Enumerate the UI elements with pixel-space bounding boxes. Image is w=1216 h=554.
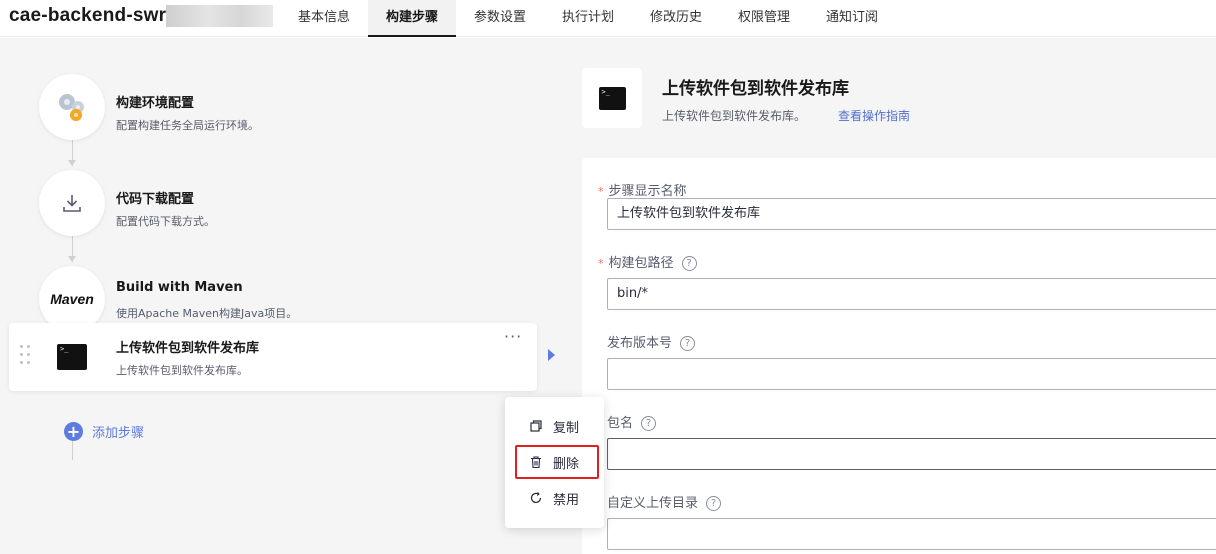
help-icon[interactable]: ? [706,496,722,511]
menu-item-disable[interactable]: 禁用 [505,483,604,513]
detail-desc: 上传软件包到软件发布库。 [662,109,807,123]
drag-handle[interactable] [20,345,30,371]
context-menu: 复制 删除 禁用 [505,397,604,528]
package-path-input[interactable]: bin/* [607,278,1216,310]
tab-build-steps[interactable]: 构建步骤 [368,0,456,37]
tab-basic-info[interactable]: 基本信息 [280,0,368,37]
gear-cluster-icon [59,94,84,121]
step-env-config-icon-wrap[interactable] [39,74,105,140]
step-card-upload-selected[interactable]: >_ 上传软件包到软件发布库 上传软件包到软件发布库。 ··· [9,323,537,391]
header-bar: cae-backend-swr 基本信息 构建步骤 参数设置 执行计划 修改历史… [0,0,1216,37]
step-desc: 配置构建任务全局运行环境。 [116,119,259,132]
step-title[interactable]: 构建环境配置 [116,92,194,111]
menu-item-label: 复制 [553,420,580,436]
expand-arrow-icon[interactable] [548,349,555,361]
terminal-icon: >_ [598,86,626,110]
tab-notifications[interactable]: 通知订阅 [808,0,896,37]
step-code-download-icon-wrap[interactable] [39,170,105,236]
tab-permissions[interactable]: 权限管理 [720,0,808,37]
tab-history[interactable]: 修改历史 [632,0,720,37]
required-marker: * [598,185,604,198]
field-label-package-name: 包名? [607,412,657,431]
field-label-package-path: * 构建包路径? [598,252,697,271]
add-step-button[interactable]: + 添加步骤 [64,421,144,441]
terminal-icon: >_ [57,344,87,370]
step-title[interactable]: 代码下载配置 [116,188,194,207]
guide-link[interactable]: 查看操作指南 [838,107,910,124]
add-step-label: 添加步骤 [92,425,145,441]
detail-icon-box: >_ [582,68,642,128]
tab-schedule[interactable]: 执行计划 [544,0,632,37]
more-options-icon[interactable]: ··· [504,329,526,347]
app-title: cae-backend-swr [9,5,167,26]
release-version-input[interactable] [607,358,1216,390]
upload-dir-input[interactable] [607,518,1216,550]
required-marker: * [598,257,604,270]
detail-title: 上传软件包到软件发布库 [662,79,849,99]
field-label-upload-dir: 自定义上传目录? [607,492,722,511]
field-label-release-version: 发布版本号? [607,332,696,351]
tab-parameters[interactable]: 参数设置 [456,0,544,37]
menu-item-label: 删除 [553,456,580,472]
step-name-input[interactable]: 上传软件包到软件发布库 [607,198,1216,230]
plus-icon: + [64,421,83,441]
step-desc: 使用Apache Maven构建Java项目。 [116,307,298,320]
disable-icon [530,492,542,504]
copy-icon [530,420,542,432]
menu-item-label: 禁用 [553,492,580,508]
step-title: 上传软件包到软件发布库 [116,341,260,356]
help-icon[interactable]: ? [680,336,696,351]
help-icon[interactable]: ? [681,256,697,271]
menu-item-copy[interactable]: 复制 [505,411,604,441]
help-icon[interactable]: ? [641,416,657,431]
menu-item-delete[interactable]: 删除 [505,447,604,477]
step-desc: 配置代码下载方式。 [116,215,215,228]
connector-arrow [68,160,76,166]
step-desc: 上传软件包到软件发布库。 [116,364,248,377]
field-label-step-name: * 步骤显示名称 [598,184,687,199]
redacted-title-suffix [166,5,273,27]
maven-logo: Maven [50,291,94,307]
step-title[interactable]: Build with Maven [116,280,243,295]
connector-arrow [68,256,76,262]
download-icon [63,195,81,212]
trash-icon [531,456,541,469]
package-name-input[interactable] [607,438,1216,470]
